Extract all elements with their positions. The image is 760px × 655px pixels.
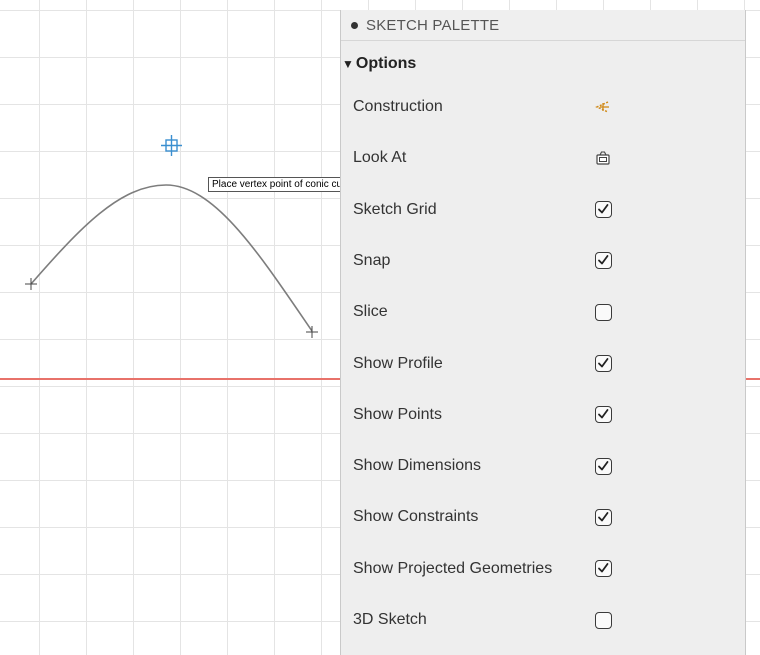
checkbox-checked-icon[interactable] bbox=[594, 560, 612, 578]
option-row-show-constraints[interactable]: Show Constraints bbox=[341, 499, 745, 535]
option-row-show-dimensions[interactable]: Show Dimensions bbox=[341, 448, 745, 484]
option-label: Show Profile bbox=[353, 354, 443, 372]
conic-curve[interactable] bbox=[30, 184, 313, 332]
conic-curve-drawing[interactable] bbox=[0, 0, 340, 400]
sketch-palette-panel: SKETCH PALETTE ▼ Options Construction Loo… bbox=[340, 10, 746, 655]
checkbox-checked-icon[interactable] bbox=[594, 457, 612, 475]
checkbox-checked-icon[interactable] bbox=[594, 201, 612, 219]
tooltip: Place vertex point of conic curve bbox=[208, 177, 360, 192]
checkbox-checked-icon[interactable] bbox=[594, 252, 612, 270]
option-label: Slice bbox=[353, 303, 388, 321]
option-label: Sketch Grid bbox=[353, 200, 437, 218]
option-row-slice[interactable]: Slice bbox=[341, 294, 745, 330]
option-row-snap[interactable]: Snap bbox=[341, 243, 745, 279]
checkbox-unchecked-icon[interactable] bbox=[594, 611, 612, 629]
option-label: Snap bbox=[353, 251, 391, 269]
checkbox-show-constraints[interactable] bbox=[593, 507, 613, 527]
option-row-show-points[interactable]: Show Points bbox=[341, 397, 745, 433]
end-point-marker[interactable] bbox=[306, 326, 318, 338]
option-row-sketch-grid[interactable]: Sketch Grid bbox=[341, 192, 745, 228]
checkbox-show-profile[interactable] bbox=[593, 354, 613, 374]
checkbox-checked-icon[interactable] bbox=[594, 355, 612, 372]
checkbox-show-points[interactable] bbox=[593, 405, 613, 425]
collapse-dot-icon[interactable] bbox=[351, 21, 358, 29]
option-label: 3D Sketch bbox=[353, 611, 427, 628]
construction-icon[interactable] bbox=[593, 97, 613, 117]
option-label: Look At bbox=[353, 149, 407, 167]
vertex-cursor-icon[interactable] bbox=[161, 135, 182, 156]
triangle-down-icon: ▼ bbox=[342, 56, 354, 71]
look-at-icon[interactable] bbox=[593, 148, 613, 168]
checkbox-slice[interactable] bbox=[593, 302, 613, 322]
option-label: Show Dimensions bbox=[353, 457, 482, 475]
palette-header[interactable]: SKETCH PALETTE bbox=[341, 10, 745, 41]
option-label: Show Points bbox=[353, 405, 442, 423]
palette-title: SKETCH PALETTE bbox=[366, 16, 500, 34]
checkbox-checked-icon[interactable] bbox=[594, 406, 612, 424]
checkbox-3d-sketch[interactable] bbox=[593, 610, 613, 630]
option-row-3d-sketch[interactable]: 3D Sketch bbox=[341, 602, 745, 638]
option-row-construction[interactable]: Construction bbox=[341, 89, 745, 125]
options-section-title: Options bbox=[355, 54, 417, 72]
option-label: Construction bbox=[353, 98, 443, 115]
option-label: Show Projected Geometries bbox=[353, 559, 553, 577]
checkbox-unchecked-icon[interactable] bbox=[594, 303, 612, 321]
checkbox-snap[interactable] bbox=[593, 251, 613, 271]
option-label: Show Constraints bbox=[353, 508, 479, 526]
checkbox-show-projected-geometries[interactable] bbox=[593, 559, 613, 579]
option-row-show-profile[interactable]: Show Profile bbox=[341, 346, 745, 382]
option-row-show-projected-geometries[interactable]: Show Projected Geometries bbox=[341, 551, 745, 587]
options-section-toggle[interactable]: ▼ Options bbox=[341, 41, 745, 86]
checkbox-checked-icon[interactable] bbox=[594, 508, 612, 526]
option-row-look-at[interactable]: Look At bbox=[341, 140, 745, 176]
checkbox-show-dimensions[interactable] bbox=[593, 456, 613, 476]
checkbox-sketch-grid[interactable] bbox=[593, 200, 613, 220]
